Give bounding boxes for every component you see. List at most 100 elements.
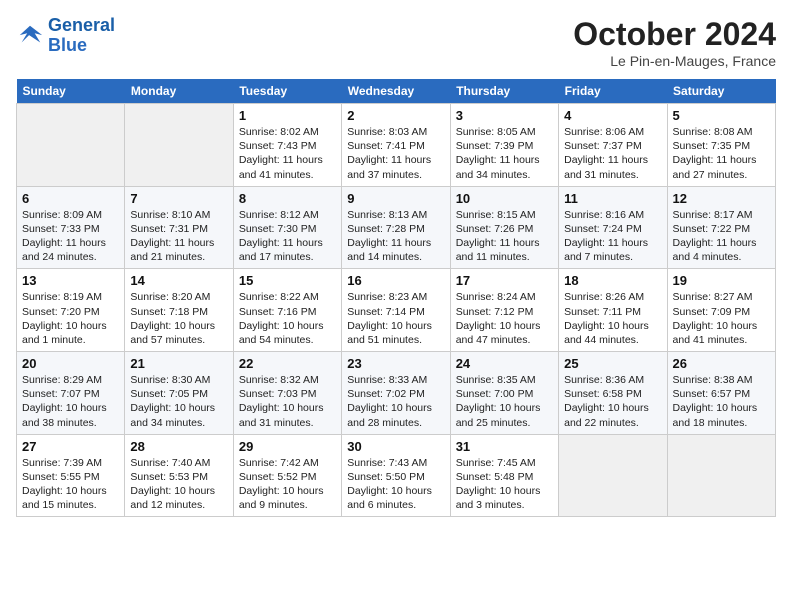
calendar-table: SundayMondayTuesdayWednesdayThursdayFrid… (16, 79, 776, 517)
calendar-cell: 7 Sunrise: 8:10 AMSunset: 7:31 PMDaylight… (125, 186, 233, 269)
day-info: Sunrise: 8:23 AMSunset: 7:14 PMDaylight:… (347, 290, 444, 347)
calendar-week-row: 27Sunrise: 7:39 AMSunset: 5:55 PMDayligh… (17, 434, 776, 517)
calendar-cell: 13 Sunrise: 8:19 AMSunset: 7:20 PMDayligh… (17, 269, 125, 352)
title-block: October 2024 Le Pin-en-Mauges, France (573, 16, 776, 69)
day-number: 3 (456, 108, 553, 123)
day-info: Sunrise: 8:19 AMSunset: 7:20 PMDaylight:… (22, 290, 119, 347)
day-info: Sunrise: 7:43 AMSunset: 5:50 PMDaylight:… (347, 456, 444, 513)
calendar-cell: 5 Sunrise: 8:08 AMSunset: 7:35 PMDaylight… (667, 104, 775, 187)
calendar-week-row: 20Sunrise: 8:29 AMSunset: 7:07 PMDayligh… (17, 352, 776, 435)
day-info: Sunrise: 7:42 AMSunset: 5:52 PMDaylight:… (239, 456, 336, 513)
day-info: Sunrise: 8:24 AMSunset: 7:12 PMDaylight:… (456, 290, 553, 347)
calendar-cell (667, 434, 775, 517)
logo-line2: Blue (48, 35, 87, 55)
day-number: 17 (456, 273, 553, 288)
day-info: Sunrise: 8:15 AMSunset: 7:26 PMDaylight:… (456, 208, 553, 265)
calendar-cell: 4Sunrise: 8:06 AMSunset: 7:37 PMDaylight… (559, 104, 667, 187)
calendar-header-row: SundayMondayTuesdayWednesdayThursdayFrid… (17, 79, 776, 104)
day-info: Sunrise: 8:32 AMSunset: 7:03 PMDaylight:… (239, 373, 336, 430)
day-number: 22 (239, 356, 336, 371)
day-number: 12 (673, 191, 770, 206)
day-info: Sunrise: 8:30 AMSunset: 7:05 PMDaylight:… (130, 373, 227, 430)
calendar-cell: 26 Sunrise: 8:38 AMSunset: 6:57 PMDayligh… (667, 352, 775, 435)
day-number: 10 (456, 191, 553, 206)
month-title: October 2024 (573, 16, 776, 53)
day-number: 4 (564, 108, 661, 123)
day-info: Sunrise: 8:22 AMSunset: 7:16 PMDaylight:… (239, 290, 336, 347)
page-header: General Blue October 2024 Le Pin-en-Maug… (16, 16, 776, 69)
logo: General Blue (16, 16, 115, 56)
day-info: Sunrise: 8:36 AMSunset: 6:58 PMDaylight:… (564, 373, 661, 430)
calendar-cell: 3 Sunrise: 8:05 AMSunset: 7:39 PMDaylight… (450, 104, 558, 187)
weekday-header: Tuesday (233, 79, 341, 104)
calendar-cell (17, 104, 125, 187)
day-number: 11 (564, 191, 661, 206)
calendar-cell: 19Sunrise: 8:27 AMSunset: 7:09 PMDayligh… (667, 269, 775, 352)
calendar-cell: 20Sunrise: 8:29 AMSunset: 7:07 PMDayligh… (17, 352, 125, 435)
day-number: 31 (456, 439, 553, 454)
logo-icon (16, 22, 44, 50)
calendar-cell: 14 Sunrise: 8:20 AMSunset: 7:18 PMDayligh… (125, 269, 233, 352)
calendar-cell: 12 Sunrise: 8:17 AMSunset: 7:22 PMDayligh… (667, 186, 775, 269)
day-info: Sunrise: 8:08 AMSunset: 7:35 PMDaylight:… (673, 125, 770, 182)
calendar-week-row: 13 Sunrise: 8:19 AMSunset: 7:20 PMDayligh… (17, 269, 776, 352)
day-info: Sunrise: 8:12 AMSunset: 7:30 PMDaylight:… (239, 208, 336, 265)
day-number: 19 (673, 273, 770, 288)
day-number: 29 (239, 439, 336, 454)
day-number: 5 (673, 108, 770, 123)
day-info: Sunrise: 8:10 AMSunset: 7:31 PMDaylight:… (130, 208, 227, 265)
day-number: 21 (130, 356, 227, 371)
day-number: 1 (239, 108, 336, 123)
calendar-cell: 28 Sunrise: 7:40 AMSunset: 5:53 PMDayligh… (125, 434, 233, 517)
day-number: 23 (347, 356, 444, 371)
day-info: Sunrise: 8:26 AMSunset: 7:11 PMDaylight:… (564, 290, 661, 347)
calendar-week-row: 6 Sunrise: 8:09 AMSunset: 7:33 PMDaylight… (17, 186, 776, 269)
calendar-cell: 27Sunrise: 7:39 AMSunset: 5:55 PMDayligh… (17, 434, 125, 517)
day-number: 16 (347, 273, 444, 288)
calendar-cell: 10 Sunrise: 8:15 AMSunset: 7:26 PMDayligh… (450, 186, 558, 269)
day-number: 20 (22, 356, 119, 371)
day-number: 27 (22, 439, 119, 454)
weekday-header: Thursday (450, 79, 558, 104)
calendar-cell: 9Sunrise: 8:13 AMSunset: 7:28 PMDaylight… (342, 186, 450, 269)
calendar-cell: 29 Sunrise: 7:42 AMSunset: 5:52 PMDayligh… (233, 434, 341, 517)
day-info: Sunrise: 8:35 AMSunset: 7:00 PMDaylight:… (456, 373, 553, 430)
calendar-cell: 31Sunrise: 7:45 AMSunset: 5:48 PMDayligh… (450, 434, 558, 517)
day-number: 28 (130, 439, 227, 454)
day-info: Sunrise: 8:20 AMSunset: 7:18 PMDaylight:… (130, 290, 227, 347)
calendar-cell: 2 Sunrise: 8:03 AMSunset: 7:41 PMDaylight… (342, 104, 450, 187)
day-info: Sunrise: 8:38 AMSunset: 6:57 PMDaylight:… (673, 373, 770, 430)
day-info: Sunrise: 7:40 AMSunset: 5:53 PMDaylight:… (130, 456, 227, 513)
calendar-cell: 8Sunrise: 8:12 AMSunset: 7:30 PMDaylight… (233, 186, 341, 269)
calendar-cell: 15 Sunrise: 8:22 AMSunset: 7:16 PMDayligh… (233, 269, 341, 352)
day-info: Sunrise: 8:17 AMSunset: 7:22 PMDaylight:… (673, 208, 770, 265)
day-info: Sunrise: 8:03 AMSunset: 7:41 PMDaylight:… (347, 125, 444, 182)
day-info: Sunrise: 8:13 AMSunset: 7:28 PMDaylight:… (347, 208, 444, 265)
calendar-cell: 16 Sunrise: 8:23 AMSunset: 7:14 PMDayligh… (342, 269, 450, 352)
day-number: 18 (564, 273, 661, 288)
calendar-cell: 22 Sunrise: 8:32 AMSunset: 7:03 PMDayligh… (233, 352, 341, 435)
day-number: 7 (130, 191, 227, 206)
calendar-cell (125, 104, 233, 187)
weekday-header: Friday (559, 79, 667, 104)
calendar-cell: 24Sunrise: 8:35 AMSunset: 7:00 PMDayligh… (450, 352, 558, 435)
day-info: Sunrise: 8:02 AMSunset: 7:43 PMDaylight:… (239, 125, 336, 182)
day-info: Sunrise: 8:09 AMSunset: 7:33 PMDaylight:… (22, 208, 119, 265)
day-number: 13 (22, 273, 119, 288)
day-number: 2 (347, 108, 444, 123)
day-info: Sunrise: 8:05 AMSunset: 7:39 PMDaylight:… (456, 125, 553, 182)
weekday-header: Wednesday (342, 79, 450, 104)
day-number: 25 (564, 356, 661, 371)
logo-text: General Blue (48, 16, 115, 56)
calendar-cell: 11Sunrise: 8:16 AMSunset: 7:24 PMDayligh… (559, 186, 667, 269)
weekday-header: Saturday (667, 79, 775, 104)
calendar-cell: 6 Sunrise: 8:09 AMSunset: 7:33 PMDaylight… (17, 186, 125, 269)
day-number: 14 (130, 273, 227, 288)
day-info: Sunrise: 8:33 AMSunset: 7:02 PMDaylight:… (347, 373, 444, 430)
day-number: 26 (673, 356, 770, 371)
calendar-cell: 1 Sunrise: 8:02 AMSunset: 7:43 PMDaylight… (233, 104, 341, 187)
location: Le Pin-en-Mauges, France (573, 53, 776, 69)
calendar-cell: 30Sunrise: 7:43 AMSunset: 5:50 PMDayligh… (342, 434, 450, 517)
day-number: 15 (239, 273, 336, 288)
day-number: 6 (22, 191, 119, 206)
